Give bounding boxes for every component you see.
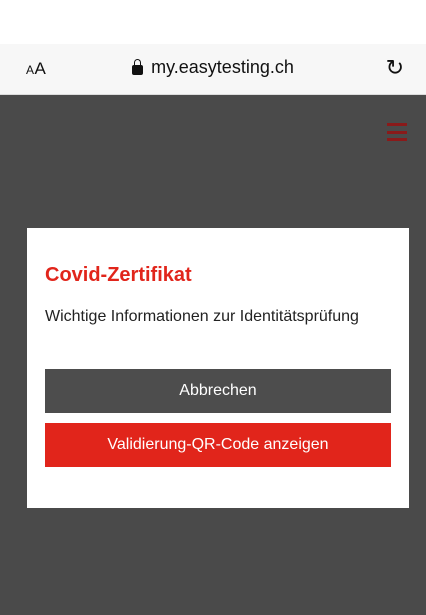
reload-icon[interactable]: ↻ [386,55,404,81]
cancel-button[interactable]: Abbrechen [45,369,391,413]
browser-address-bar[interactable]: AA my.easytesting.ch ↻ [0,44,426,95]
certificate-dialog: Covid-Zertifikat Wichtige Informationen … [27,228,409,508]
lock-icon [132,59,144,75]
menu-icon[interactable] [387,123,407,141]
menu-icon-bar [387,138,407,141]
url-text: my.easytesting.ch [151,57,294,77]
dialog-message: Wichtige Informationen zur Identitätsprü… [45,308,359,325]
dialog-title: Covid-Zertifikat [45,264,192,286]
menu-icon-bar [387,123,407,126]
menu-icon-bar [387,130,407,134]
show-validation-qr-button[interactable]: Validierung-QR-Code anzeigen [45,423,391,467]
url-display[interactable]: my.easytesting.ch [0,57,426,78]
